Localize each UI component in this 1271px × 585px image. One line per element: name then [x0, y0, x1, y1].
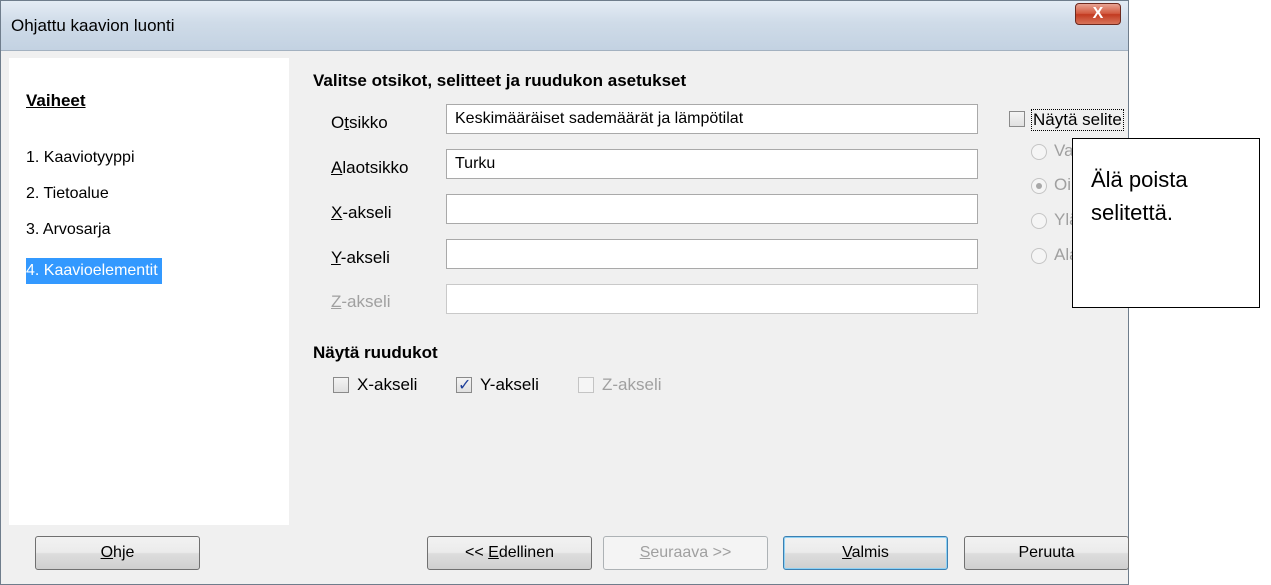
show-legend-checkbox[interactable] — [1009, 111, 1025, 127]
steps-heading: Vaiheet — [26, 91, 86, 110]
grid-section-heading: Näytä ruudukot — [313, 343, 438, 362]
callout-line-1: Älä poista — [1091, 167, 1188, 192]
next-button: Seuraava >> — [603, 536, 768, 570]
legend-bottom-radio — [1031, 248, 1047, 264]
grid-y-label[interactable]: Y-akseli — [480, 375, 539, 395]
z-axis-label: Z-akseli — [331, 292, 391, 311]
step-data-range[interactable]: 2. Tietoalue — [26, 181, 113, 207]
close-icon: X — [1092, 5, 1104, 22]
annotation-callout: Älä poista selitettä. — [1072, 138, 1260, 308]
step-chart-elements[interactable]: 4. Kaavioelementit — [26, 258, 162, 284]
step-chart-type[interactable]: 1. Kaaviotyyppi — [26, 145, 139, 171]
titles-section-heading: Valitse otsikot, selitteet ja ruudukon a… — [313, 71, 687, 90]
title-label: Otsikko — [331, 113, 388, 132]
step-data-series[interactable]: 3. Arvosarja — [26, 217, 114, 243]
show-legend-label[interactable]: Näytä selite — [1031, 109, 1124, 131]
grid-z-label: Z-akseli — [602, 375, 662, 394]
chart-wizard-dialog: Ohjattu kaavion luonti X Vaiheet 1. Kaav… — [0, 0, 1129, 585]
legend-left-radio — [1031, 144, 1047, 160]
subtitle-input[interactable]: Turku — [446, 149, 978, 179]
y-axis-input[interactable] — [446, 239, 978, 269]
legend-right-radio — [1031, 178, 1047, 194]
title-bar[interactable]: Ohjattu kaavion luonti X — [1, 1, 1128, 51]
x-axis-label: X-akseli — [331, 203, 392, 222]
grid-y-checkbox[interactable] — [456, 375, 472, 395]
steps-pane — [9, 58, 289, 525]
legend-top-radio — [1031, 213, 1047, 229]
callout-line-2: selitettä. — [1091, 200, 1173, 225]
y-axis-label: Y-akseli — [331, 248, 390, 267]
pane-divider — [289, 58, 297, 525]
close-button[interactable]: X — [1075, 3, 1121, 25]
finish-button[interactable]: Valmis — [783, 536, 948, 570]
help-button[interactable]: Ohje — [35, 536, 200, 570]
grid-x-checkbox[interactable] — [333, 377, 349, 393]
grid-z-checkbox — [578, 377, 594, 393]
z-axis-input — [446, 284, 978, 314]
window-title: Ohjattu kaavion luonti — [11, 16, 175, 35]
x-axis-input[interactable] — [446, 194, 978, 224]
subtitle-label: Alaotsikko — [331, 158, 409, 177]
back-button[interactable]: << Edellinen — [427, 536, 592, 570]
grid-x-label[interactable]: X-akseli — [357, 375, 417, 395]
title-input[interactable]: Keskimääräiset sademäärät ja lämpötilat — [446, 104, 978, 134]
cancel-button[interactable]: Peruuta — [964, 536, 1129, 570]
